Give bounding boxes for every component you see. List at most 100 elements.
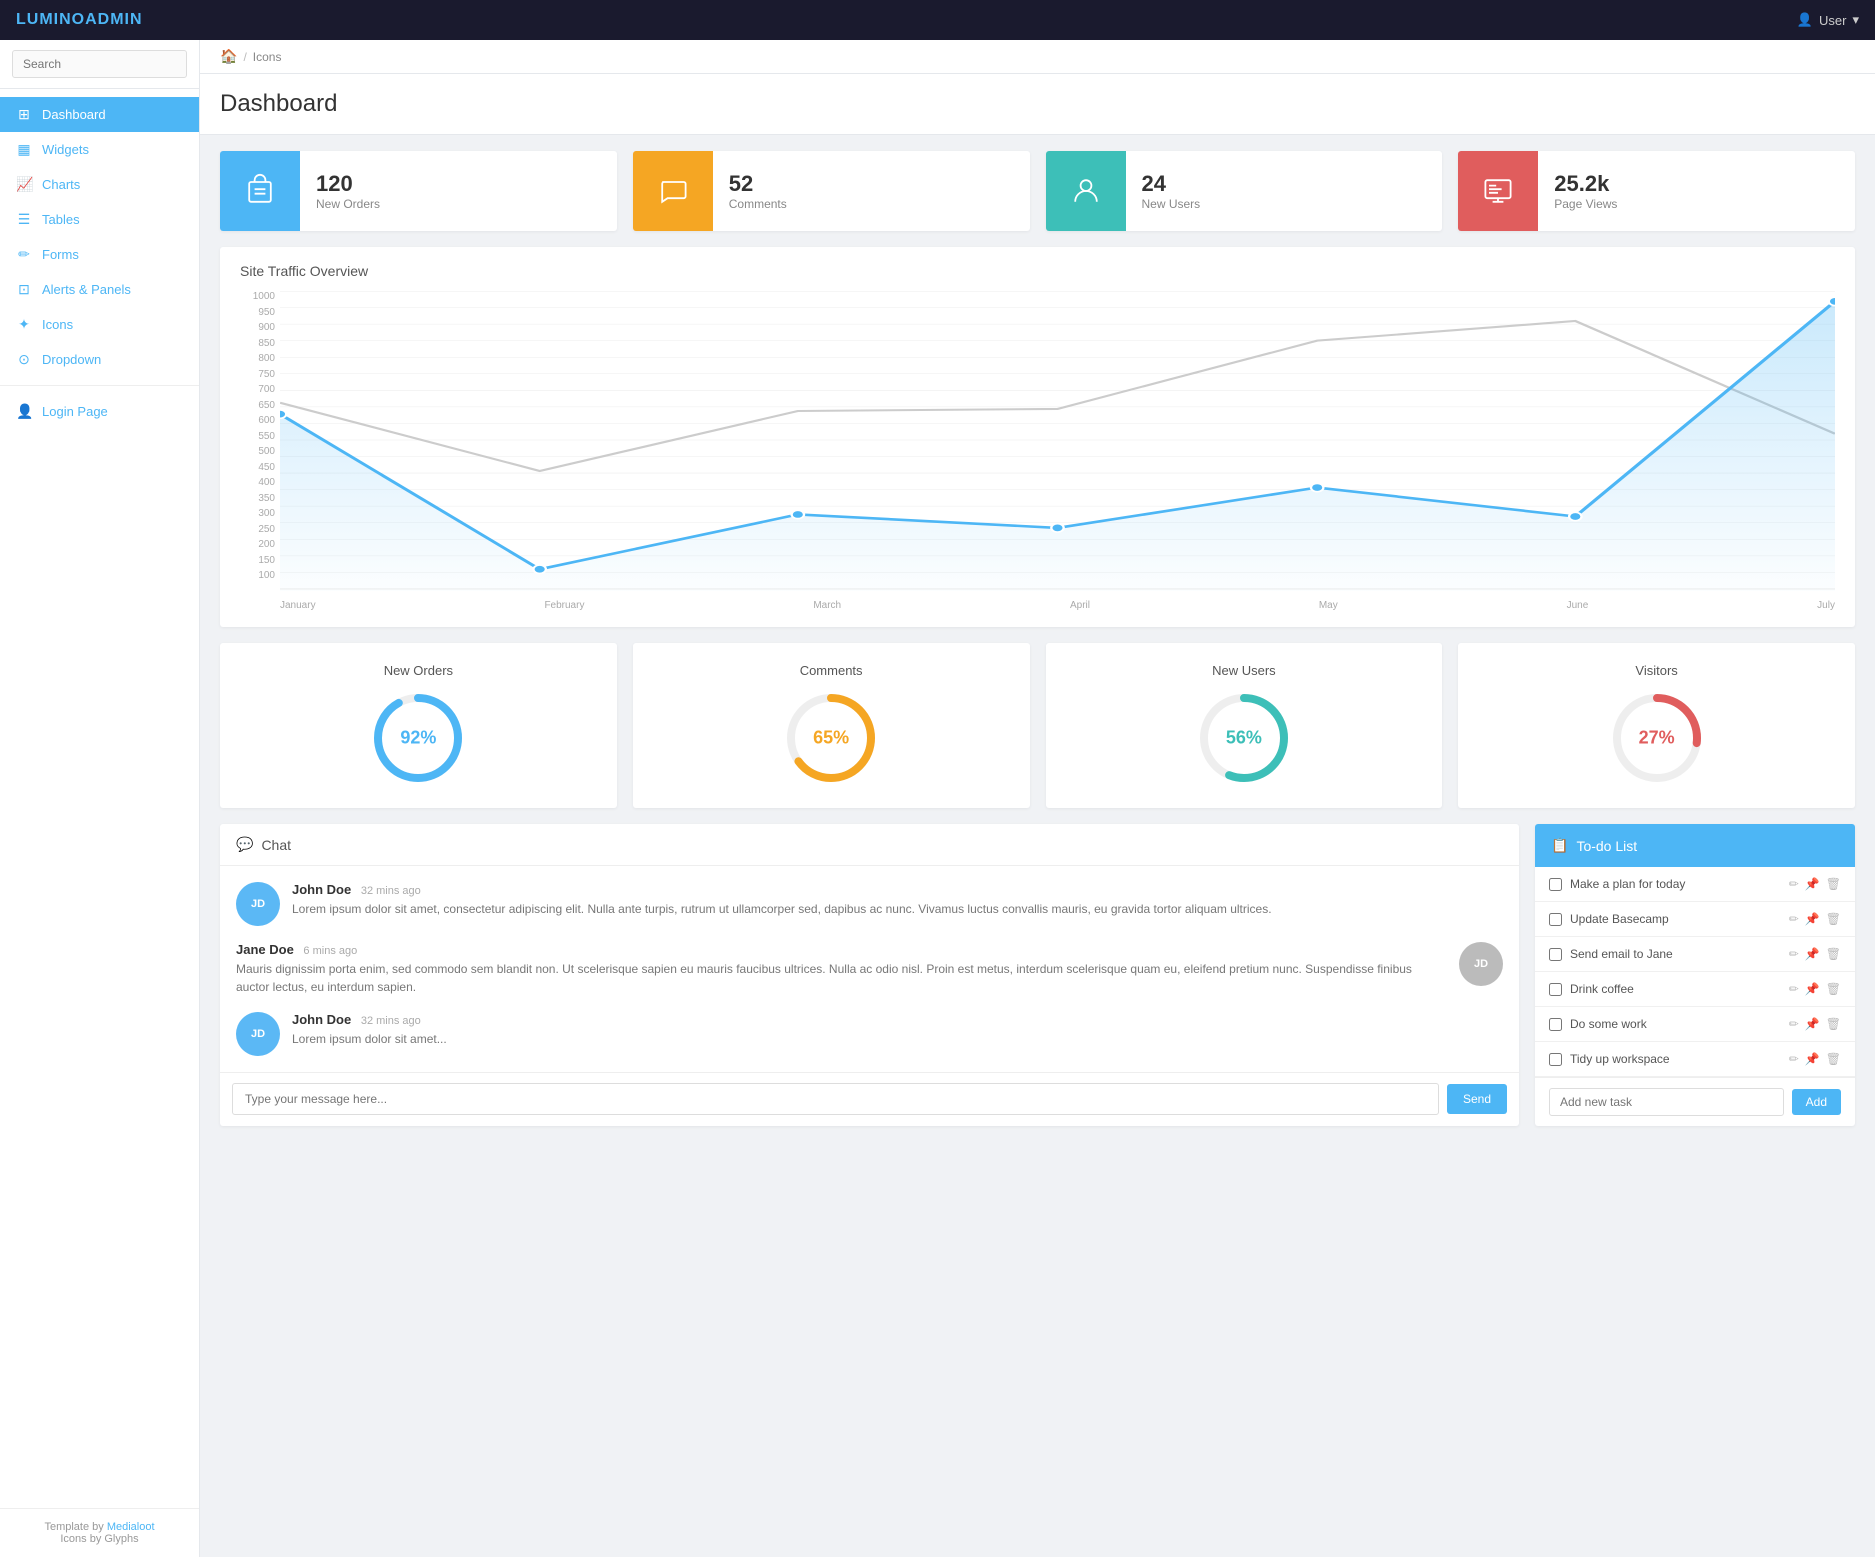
sidebar-footer: Template by Medialoot Icons by Glyphs (0, 1508, 199, 1557)
stat-card-views: 25.2k Page Views (1458, 151, 1855, 231)
delete-icon[interactable]: 🗑 (1826, 982, 1841, 996)
edit-icon[interactable]: ✏ (1789, 877, 1799, 891)
chat-message-text: Lorem ipsum dolor sit amet, consectetur … (292, 900, 1503, 918)
edit-icon[interactable]: ✏ (1789, 912, 1799, 926)
chat-time: 6 mins ago (303, 945, 357, 957)
sidebar-item-widgets[interactable]: ▦ Widgets (0, 132, 199, 167)
stats-row: 120 New Orders 52 Comments (200, 135, 1875, 247)
chat-input[interactable] (232, 1083, 1439, 1115)
sidebar-item-dashboard[interactable]: ⊞ Dashboard (0, 97, 199, 132)
todo-item-label: Drink coffee (1570, 982, 1781, 996)
sidebar-item-forms[interactable]: ✏ Forms (0, 237, 199, 272)
edit-icon[interactable]: ✏ (1789, 1017, 1799, 1031)
donut-wrapper-visitors: 27% (1607, 688, 1707, 788)
sidebar-label-widgets: Widgets (42, 142, 89, 157)
todo-item-label: Make a plan for today (1570, 877, 1781, 891)
todo-item-actions: ✏ 📌 🗑 (1789, 1052, 1841, 1066)
chat-time: 32 mins ago (361, 1015, 421, 1027)
donut-card-users: New Users 56% (1046, 643, 1443, 808)
breadcrumb-current: Icons (253, 50, 282, 64)
footer-icons: Icons by Glyphs (16, 1533, 183, 1545)
sidebar-item-login[interactable]: 👤 Login Page (0, 394, 199, 429)
chat-send-button[interactable]: Send (1447, 1084, 1507, 1114)
todo-item: Drink coffee ✏ 📌 🗑 (1535, 972, 1855, 1007)
avatar: JD (236, 1012, 280, 1056)
stat-card-orders: 120 New Orders (220, 151, 617, 231)
alerts-icon: ⊡ (16, 281, 32, 298)
search-input[interactable] (12, 50, 187, 78)
todo-item-actions: ✏ 📌 🗑 (1789, 1017, 1841, 1031)
delete-icon[interactable]: 🗑 (1826, 947, 1841, 961)
chat-message-content: Jane Doe 6 mins ago Mauris dignissim por… (236, 942, 1447, 996)
chat-sender-name: John Doe 32 mins ago (292, 882, 1503, 897)
edit-icon[interactable]: ✏ (1789, 947, 1799, 961)
icons-icon: ✦ (16, 316, 32, 333)
sidebar-label-tables: Tables (42, 212, 80, 227)
chat-title: Chat (261, 837, 291, 853)
page-header: Dashboard (200, 74, 1875, 135)
chart-section: Site Traffic Overview 1000950900850800 7… (220, 247, 1855, 627)
user-icon: 👤 (1797, 12, 1813, 28)
page-title: Dashboard (220, 90, 1855, 118)
donut-wrapper-users: 56% (1194, 688, 1294, 788)
todo-checkbox[interactable] (1549, 1018, 1562, 1031)
todo-item: Do some work ✏ 📌 🗑 (1535, 1007, 1855, 1042)
home-icon[interactable]: 🏠 (220, 48, 237, 65)
footer-template: Template by Medialoot (16, 1521, 183, 1533)
todo-checkbox[interactable] (1549, 878, 1562, 891)
dashboard-icon: ⊞ (16, 106, 32, 123)
todo-item-label: Do some work (1570, 1017, 1781, 1031)
sidebar-item-icons[interactable]: ✦ Icons (0, 307, 199, 342)
pin-icon[interactable]: 📌 (1805, 877, 1820, 891)
views-number: 25.2k (1554, 171, 1617, 197)
todo-checkbox[interactable] (1549, 913, 1562, 926)
donut-title-visitors: Visitors (1635, 663, 1677, 678)
edit-icon[interactable]: ✏ (1789, 982, 1799, 996)
stat-card-users: 24 New Users (1046, 151, 1443, 231)
pin-icon[interactable]: 📌 (1805, 1052, 1820, 1066)
brand: LUMINOADMIN (16, 11, 143, 29)
todo-checkbox[interactable] (1549, 1053, 1562, 1066)
chevron-down-icon: ▾ (1852, 12, 1859, 28)
comments-icon (655, 173, 691, 209)
sidebar-label-login: Login Page (42, 404, 108, 419)
delete-icon[interactable]: 🗑 (1826, 1052, 1841, 1066)
edit-icon[interactable]: ✏ (1789, 1052, 1799, 1066)
pin-icon[interactable]: 📌 (1805, 1017, 1820, 1031)
sidebar: ⊞ Dashboard ▦ Widgets 📈 Charts ☰ Tables … (0, 40, 200, 1557)
pin-icon[interactable]: 📌 (1805, 912, 1820, 926)
navbar: LUMINOADMIN 👤 User ▾ (0, 0, 1875, 40)
footer-brand-link[interactable]: Medialoot (107, 1521, 155, 1533)
comments-info: 52 Comments (713, 159, 803, 223)
pin-icon[interactable]: 📌 (1805, 947, 1820, 961)
donut-title-comments: Comments (800, 663, 863, 678)
chat-message-text: Mauris dignissim porta enim, sed commodo… (236, 960, 1447, 996)
donut-label-users: 56% (1226, 728, 1262, 749)
todo-item-actions: ✏ 📌 🗑 (1789, 877, 1841, 891)
donut-card-comments: Comments 65% (633, 643, 1030, 808)
comments-number: 52 (729, 171, 787, 197)
delete-icon[interactable]: 🗑 (1826, 877, 1841, 891)
views-info: 25.2k Page Views (1538, 159, 1633, 223)
sidebar-item-tables[interactable]: ☰ Tables (0, 202, 199, 237)
todo-header: 📋 To-do List (1535, 824, 1855, 867)
sidebar-item-charts[interactable]: 📈 Charts (0, 167, 199, 202)
todo-add-input[interactable] (1549, 1088, 1784, 1116)
chat-header: 💬 Chat (220, 824, 1519, 866)
pin-icon[interactable]: 📌 (1805, 982, 1820, 996)
orders-info: 120 New Orders (300, 159, 396, 223)
sidebar-item-dropdown[interactable]: ⊙ Dropdown (0, 342, 199, 377)
dropdown-icon: ⊙ (16, 351, 32, 368)
sidebar-label-charts: Charts (42, 177, 80, 192)
todo-checkbox[interactable] (1549, 983, 1562, 996)
breadcrumb-separator: / (243, 50, 246, 64)
chat-messages: JD John Doe 32 mins ago Lorem ipsum dolo… (220, 866, 1519, 1072)
delete-icon[interactable]: 🗑 (1826, 1017, 1841, 1031)
user-menu[interactable]: 👤 User ▾ (1797, 12, 1859, 28)
users-icon-box (1046, 151, 1126, 231)
todo-checkbox[interactable] (1549, 948, 1562, 961)
chat-sender-name: Jane Doe 6 mins ago (236, 942, 1447, 957)
todo-add-button[interactable]: Add (1792, 1089, 1841, 1115)
delete-icon[interactable]: 🗑 (1826, 912, 1841, 926)
sidebar-item-alerts[interactable]: ⊡ Alerts & Panels (0, 272, 199, 307)
